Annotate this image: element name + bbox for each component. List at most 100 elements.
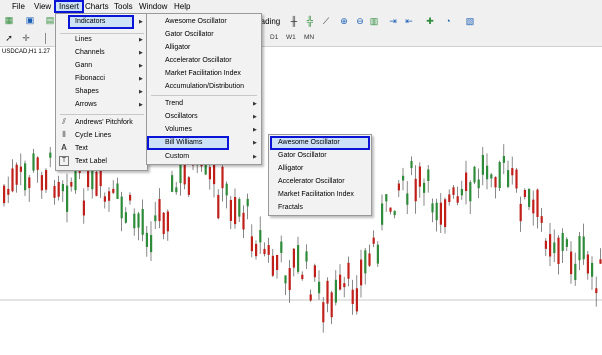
menu-item-accelerator-oscillator[interactable]: Accelerator Oscillator <box>165 55 232 67</box>
timeframe-w1[interactable]: W1 <box>286 34 296 41</box>
candle-body <box>82 200 85 216</box>
menu-item-andrews-pitchfork[interactable]: Andrews' Pitchfork <box>75 117 133 129</box>
submenu-arrow-icon: ▶ <box>139 37 143 43</box>
templates-icon[interactable]: ▧ <box>464 16 476 27</box>
candle-body <box>456 196 459 203</box>
bill-williams-submenu: Awesome Oscillator Gator Oscillator Alli… <box>268 134 372 216</box>
profiles-icon[interactable]: ▣ <box>24 15 36 26</box>
menu-item-arrows[interactable]: Arrows <box>75 99 97 111</box>
menu-item-accumulation-distribution[interactable]: Accumulation/Distribution <box>165 81 244 93</box>
zoom-in-icon[interactable]: ⊕ <box>338 16 350 27</box>
candle-body <box>481 154 484 175</box>
menu-item-bill-williams-label: Bill Williams <box>165 139 203 146</box>
candle-body <box>351 289 354 304</box>
vertical-line-icon[interactable]: │ <box>40 33 52 44</box>
menu-item-bw-gator-oscillator[interactable]: Gator Oscillator <box>278 150 327 162</box>
menu-bar: File View Insert Charts Tools Window Hel… <box>0 0 602 13</box>
menu-item-bw-fractals[interactable]: Fractals <box>278 202 303 214</box>
menu-item-channels[interactable]: Channels <box>75 47 105 59</box>
cursor-icon[interactable]: ➚ <box>3 33 15 44</box>
candle-body <box>372 237 375 244</box>
menu-item-volumes[interactable]: Volumes <box>165 124 192 136</box>
menu-item-bw-awesome-oscillator-label: Awesome Oscillator <box>278 139 340 146</box>
candle-body <box>507 170 510 187</box>
menu-item-shapes[interactable]: Shapes <box>75 86 99 98</box>
candle-body <box>599 259 602 264</box>
candle-body <box>435 202 438 221</box>
menu-item-trend[interactable]: Trend <box>165 98 183 110</box>
candle-body <box>431 203 434 213</box>
menu-item-text[interactable]: Text <box>75 143 88 155</box>
insert-dropdown: Indicators ▶ Lines ▶ Channels ▶ Gann ▶ F… <box>55 13 148 171</box>
candle-body <box>586 254 589 274</box>
menu-charts[interactable]: Charts <box>82 1 112 12</box>
candle-body <box>91 168 94 190</box>
menu-item-oscillators[interactable]: Oscillators <box>165 111 198 123</box>
line-chart-icon[interactable]: ⟋ <box>320 16 332 27</box>
menu-item-text-label[interactable]: Text Label <box>75 156 107 168</box>
timeframe-mn[interactable]: MN <box>304 34 314 41</box>
candle-body <box>40 175 43 191</box>
menu-tools[interactable]: Tools <box>111 1 136 12</box>
menu-item-gann[interactable]: Gann <box>75 60 92 72</box>
timeframe-d1[interactable]: D1 <box>270 34 278 41</box>
candle-body <box>549 234 552 257</box>
menu-item-market-facilitation-index[interactable]: Market Facilitation Index <box>165 68 241 80</box>
menu-help[interactable]: Help <box>171 1 193 12</box>
candle-body <box>61 184 64 192</box>
submenu-arrow-icon: ▶ <box>139 63 143 69</box>
menu-item-awesome-oscillator[interactable]: Awesome Oscillator <box>165 16 227 28</box>
menu-item-alligator[interactable]: Alligator <box>165 42 190 54</box>
candle-body <box>368 253 371 266</box>
menu-item-cycle-lines[interactable]: Cycle Lines <box>75 130 111 142</box>
candle-body <box>465 172 468 192</box>
candle-body <box>166 211 169 232</box>
menu-item-bw-accelerator-oscillator[interactable]: Accelerator Oscillator <box>278 176 345 188</box>
candle-body <box>53 186 56 198</box>
crosshair-icon[interactable]: ✛ <box>20 33 32 44</box>
menu-item-bw-market-facilitation-index[interactable]: Market Facilitation Index <box>278 189 354 201</box>
autoscroll-icon[interactable]: ⇥ <box>387 16 399 27</box>
menu-window[interactable]: Window <box>136 1 170 12</box>
candle-body <box>360 259 363 286</box>
new-chart-icon[interactable]: ▦ <box>3 15 15 26</box>
candle-body <box>305 251 308 262</box>
indicators-icon[interactable]: ✚ <box>424 16 436 27</box>
menu-item-custom[interactable]: Custom <box>165 151 189 163</box>
menu-file[interactable]: File <box>9 1 28 12</box>
chart-shift-icon[interactable]: ⇤ <box>403 16 415 27</box>
candle-body <box>326 280 329 304</box>
menu-insert[interactable]: Insert <box>54 0 85 13</box>
candle-body <box>95 171 98 196</box>
candle-body <box>389 207 392 212</box>
bar-chart-icon[interactable]: ╫ <box>288 16 300 27</box>
candle-body <box>519 203 522 222</box>
submenu-arrow-icon: ▶ <box>253 114 257 120</box>
candle-body <box>523 189 526 197</box>
candle-body <box>381 203 384 225</box>
candle-body <box>271 255 274 276</box>
menu-item-gator-oscillator[interactable]: Gator Oscillator <box>165 29 214 41</box>
menu-view[interactable]: View <box>31 1 54 12</box>
candle-body <box>57 181 60 197</box>
menu-item-fibonacci[interactable]: Fibonacci <box>75 73 105 85</box>
candle-body <box>376 244 379 264</box>
candle-body <box>120 196 123 219</box>
candlestick-icon[interactable]: ╬ <box>304 16 316 27</box>
candle-body <box>477 179 480 189</box>
candle-body <box>171 175 174 192</box>
candle-body <box>393 210 396 216</box>
candle-body <box>343 283 346 288</box>
candle-body <box>280 241 283 253</box>
zoom-out-icon[interactable]: ⊖ <box>354 16 366 27</box>
periods-icon[interactable]: ◔ <box>442 16 454 27</box>
candle-body <box>460 188 463 196</box>
candle-body <box>3 185 6 204</box>
submenu-arrow-icon: ▶ <box>253 140 257 146</box>
tile-windows-icon[interactable]: ▥ <box>368 16 380 27</box>
menu-item-lines[interactable]: Lines <box>75 34 92 46</box>
menu-item-bw-alligator[interactable]: Alligator <box>278 163 303 175</box>
menu-separator <box>60 33 144 34</box>
candle-body <box>150 235 153 253</box>
candle-body <box>246 198 249 207</box>
